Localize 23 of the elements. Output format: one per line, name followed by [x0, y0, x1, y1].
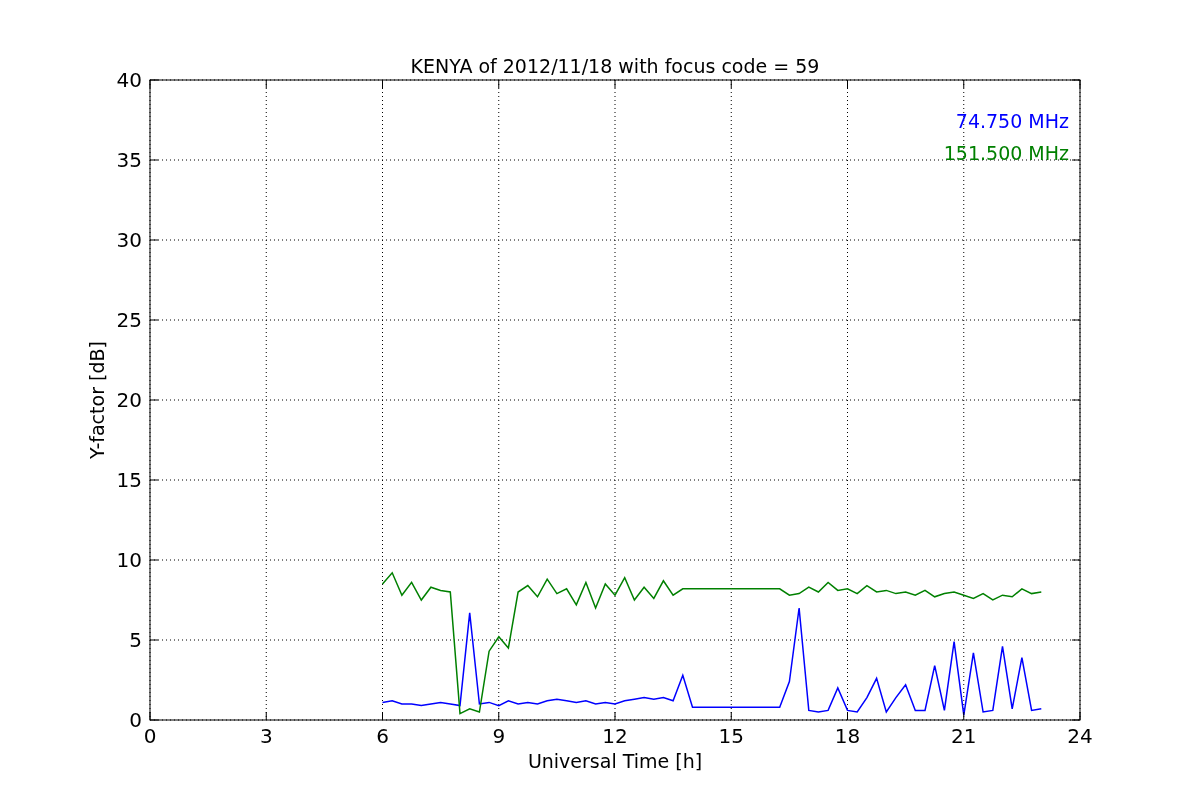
legend-label: 151.500 MHz: [943, 142, 1069, 164]
tick-label: 15: [718, 724, 744, 748]
y-axis-label: Y-factor [dB]: [86, 341, 108, 459]
tick-label: 6: [376, 724, 389, 748]
tick-label: 20: [116, 388, 142, 412]
tick-label: 25: [116, 308, 142, 332]
legend-label: 74.750 MHz: [955, 110, 1069, 132]
tick-label: 0: [129, 708, 142, 732]
chart-title: KENYA of 2012/11/18 with focus code = 59: [410, 55, 820, 77]
tick-label: 0: [143, 724, 157, 748]
tick-label: 12: [602, 724, 628, 748]
tick-label: 30: [116, 228, 142, 252]
tick-label: 3: [259, 724, 273, 748]
tick-label: 18: [834, 724, 861, 748]
tick-label: 35: [116, 148, 142, 172]
tick-label: 21: [951, 724, 977, 748]
tick-label: 5: [129, 628, 142, 652]
tick-label: 15: [116, 468, 142, 492]
x-axis-label: Universal Time [h]: [527, 750, 703, 772]
tick-label: 40: [116, 68, 142, 92]
tick-label: 10: [116, 548, 142, 572]
tick-label: 9: [492, 724, 506, 748]
tick-label: 24: [1067, 724, 1093, 748]
